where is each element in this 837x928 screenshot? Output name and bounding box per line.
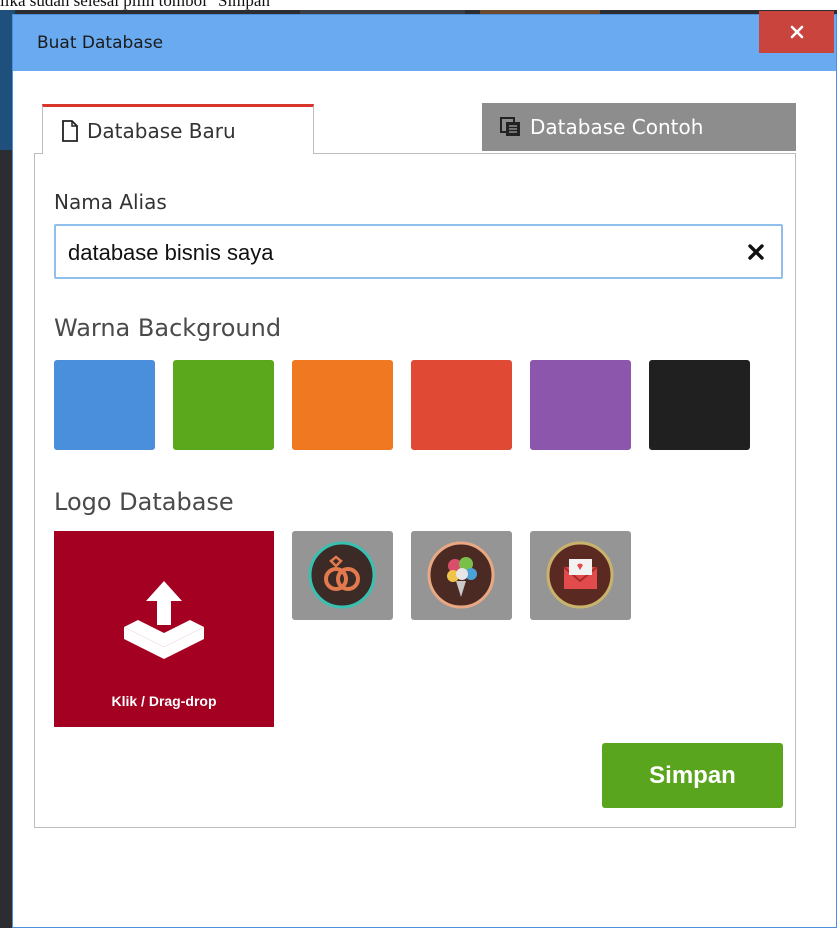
document-icon (61, 119, 79, 142)
logo-label: Logo Database (54, 488, 234, 516)
alias-field-wrapper (54, 224, 783, 279)
color-swatch[interactable] (54, 360, 155, 450)
logo-option-rings[interactable] (292, 531, 393, 620)
alias-label: Nama Alias (54, 190, 167, 214)
tab-database-baru[interactable]: Database Baru (42, 104, 314, 154)
color-swatch[interactable] (530, 360, 631, 450)
logo-option-envelope[interactable] (530, 531, 631, 620)
dialog-titlebar[interactable]: Buat Database (13, 11, 836, 71)
tab-database-contoh[interactable]: Database Contoh (482, 103, 796, 151)
color-swatch[interactable] (292, 360, 393, 450)
color-swatch[interactable] (649, 360, 750, 450)
close-icon (790, 25, 803, 39)
clear-icon[interactable] (745, 241, 767, 263)
color-swatch[interactable] (411, 360, 512, 450)
flower-bouquet-icon (427, 541, 495, 609)
close-button[interactable] (759, 11, 834, 53)
upload-label: Klik / Drag-drop (111, 693, 217, 709)
background-color-label: Warna Background (54, 314, 282, 342)
logo-option-bouquet[interactable] (411, 531, 512, 620)
logo-upload-dropzone[interactable]: Klik / Drag-drop (54, 531, 274, 727)
rings-icon (308, 541, 376, 609)
save-button[interactable]: Simpan (602, 743, 783, 808)
dialog-title: Buat Database (37, 33, 164, 53)
color-swatch[interactable] (173, 360, 274, 450)
envelope-icon (546, 541, 614, 609)
alias-input[interactable] (66, 234, 710, 272)
tab-label: Database Baru (87, 118, 236, 143)
upload-icon (124, 581, 204, 659)
tab-label: Database Contoh (530, 115, 704, 139)
copy-icon (500, 117, 522, 137)
